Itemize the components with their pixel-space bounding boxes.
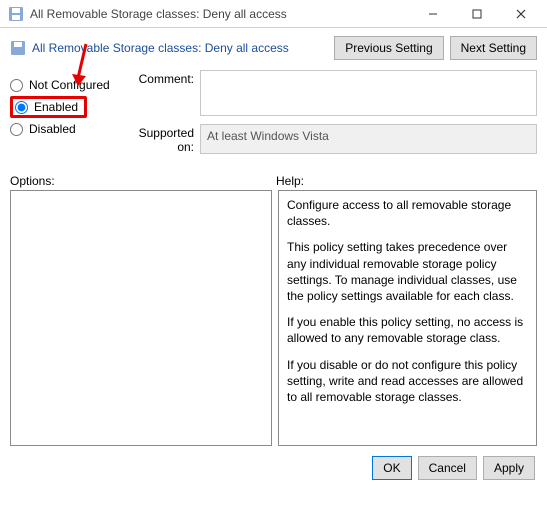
close-icon [516, 9, 526, 19]
radio-enabled[interactable]: Enabled [15, 100, 78, 114]
dialog-footer: OK Cancel Apply [0, 446, 547, 490]
previous-setting-button[interactable]: Previous Setting [334, 36, 443, 60]
comment-label: Comment: [120, 70, 200, 116]
state-radio-group: Not Configured Enabled Disabled [10, 68, 120, 162]
minimize-icon [428, 9, 438, 19]
next-setting-button[interactable]: Next Setting [450, 36, 537, 60]
maximize-icon [472, 9, 482, 19]
split-panes: Configure access to all removable storag… [0, 190, 547, 446]
titlebar: All Removable Storage classes: Deny all … [0, 0, 547, 28]
minimize-button[interactable] [411, 0, 455, 28]
close-button[interactable] [499, 0, 543, 28]
cancel-button[interactable]: Cancel [418, 456, 477, 480]
help-pane: Configure access to all removable storag… [278, 190, 537, 446]
radio-disabled[interactable]: Disabled [10, 122, 120, 136]
form-column: Comment: Supported on: At least Windows … [120, 68, 537, 162]
radio-disabled-input[interactable] [10, 123, 23, 136]
help-paragraph: If you enable this policy setting, no ac… [287, 314, 528, 346]
policy-title: All Removable Storage classes: Deny all … [32, 41, 289, 55]
help-paragraph: Configure access to all removable storag… [287, 197, 528, 229]
policy-icon [8, 6, 24, 22]
help-paragraph: If you disable or do not configure this … [287, 357, 528, 406]
ok-button[interactable]: OK [372, 456, 411, 480]
supported-on-label: Supported on: [120, 124, 200, 154]
apply-button[interactable]: Apply [483, 456, 535, 480]
window-title: All Removable Storage classes: Deny all … [30, 7, 287, 21]
policy-title-icon [10, 40, 26, 56]
supported-on-value: At least Windows Vista [200, 124, 537, 154]
radio-not-configured-input[interactable] [10, 79, 23, 92]
annotation-arrow-icon [72, 42, 92, 88]
radio-disabled-label: Disabled [29, 122, 76, 136]
radio-enabled-label: Enabled [34, 100, 78, 114]
radio-not-configured[interactable]: Not Configured [10, 78, 120, 92]
maximize-button[interactable] [455, 0, 499, 28]
pane-labels: Options: Help: [0, 168, 547, 190]
options-pane [10, 190, 272, 446]
radio-enabled-input[interactable] [15, 101, 28, 114]
help-paragraph: This policy setting takes precedence ove… [287, 239, 528, 304]
radio-enabled-highlight: Enabled [10, 96, 87, 118]
options-label: Options: [10, 174, 276, 188]
state-area: Not Configured Enabled Disabled Comment:… [0, 64, 547, 168]
help-label: Help: [276, 174, 537, 188]
radio-not-configured-label: Not Configured [29, 78, 110, 92]
comment-input[interactable] [200, 70, 537, 116]
